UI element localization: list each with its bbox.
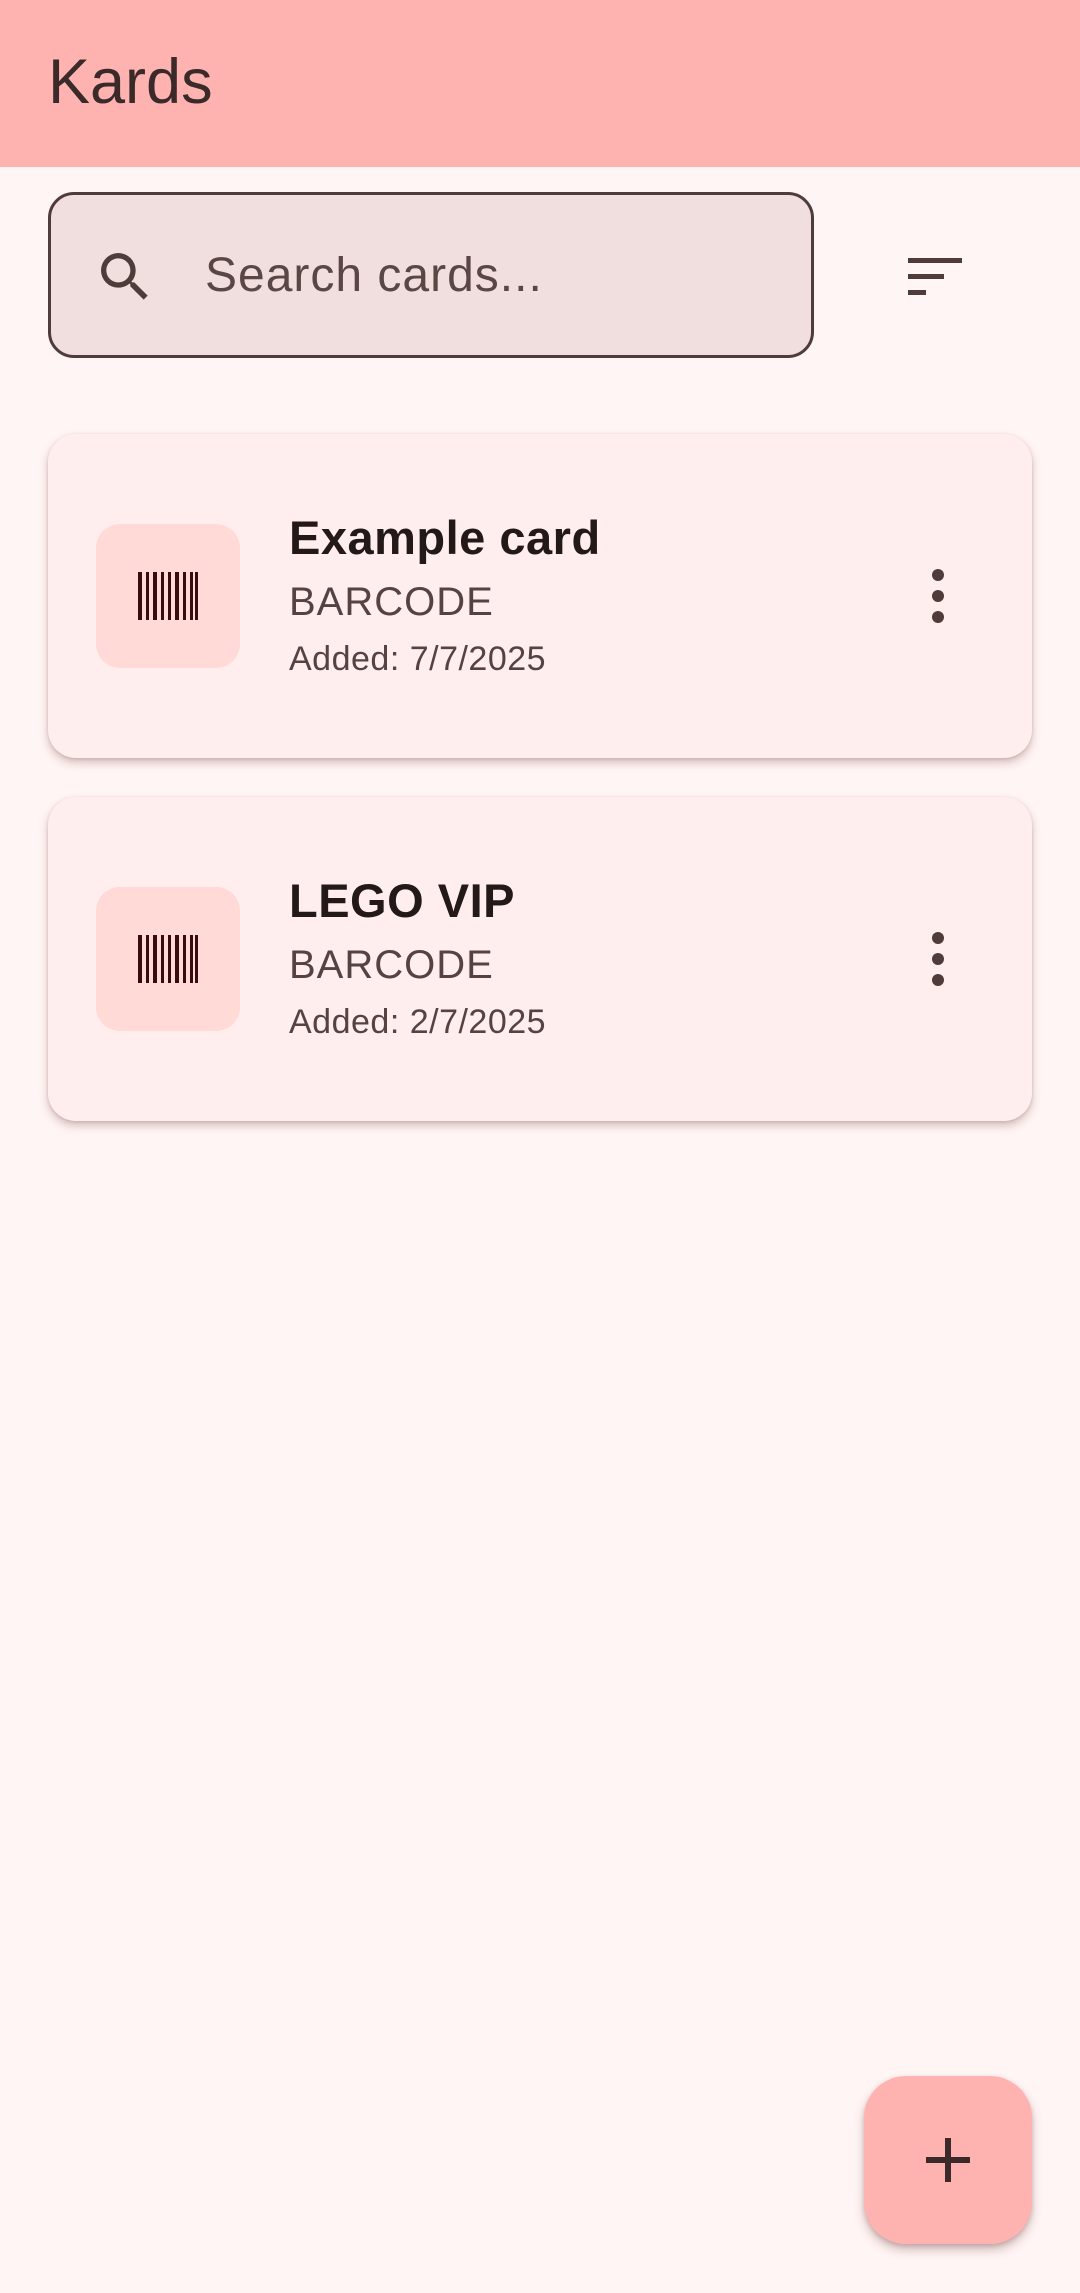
barcode-icon <box>138 572 198 620</box>
card-added-date: Added: 7/7/2025 <box>289 640 547 678</box>
card-icon-container <box>96 887 240 1031</box>
card-item-lego-vip[interactable]: LEGO VIP BARCODE Added: 2/7/2025 <box>48 797 1032 1121</box>
card-title: Example card <box>289 511 601 564</box>
add-icon <box>926 2138 970 2182</box>
more-vert-icon <box>932 569 944 623</box>
card-more-button[interactable] <box>888 546 988 646</box>
app-bar: Kards <box>0 0 1080 167</box>
card-title: LEGO VIP <box>289 874 515 927</box>
card-more-button[interactable] <box>888 909 988 1009</box>
search-input[interactable] <box>205 235 765 315</box>
card-added-date: Added: 2/7/2025 <box>289 1003 547 1041</box>
card-item-example-card[interactable]: Example card BARCODE Added: 7/7/2025 <box>48 434 1032 758</box>
card-icon-container <box>96 524 240 668</box>
app-title: Kards <box>48 47 213 117</box>
add-card-fab[interactable] <box>864 2076 1032 2244</box>
card-type: BARCODE <box>289 943 494 987</box>
more-vert-icon <box>932 932 944 986</box>
barcode-icon <box>138 935 198 983</box>
sort-button[interactable] <box>886 236 982 316</box>
card-type: BARCODE <box>289 580 494 624</box>
search-field[interactable] <box>48 192 814 358</box>
search-icon <box>93 245 157 309</box>
sort-icon <box>886 258 982 320</box>
